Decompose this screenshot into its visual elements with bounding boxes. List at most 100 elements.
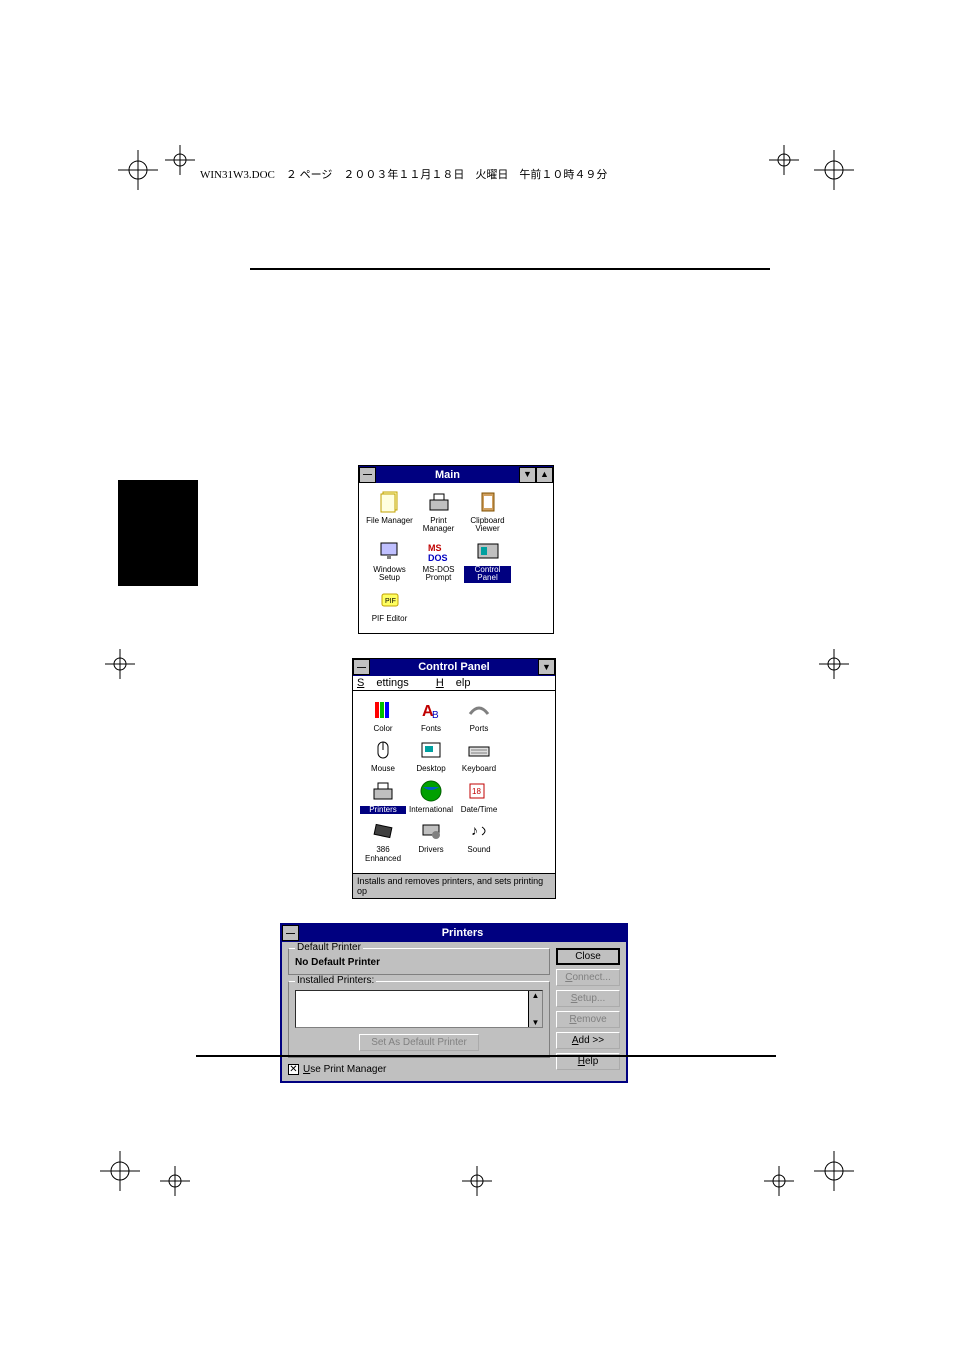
fonts-icon: AB [416,697,446,723]
crop-mark-icon [100,1151,140,1191]
386-enhanced-item[interactable]: 386 Enhanced [360,818,406,863]
footer-rule [196,1055,776,1057]
page-header: WIN31W3.DOC ２ ページ ２００３年１１月１８日 火曜日 午前１０時４… [200,166,607,182]
windows-setup-item[interactable]: Windows Setup [366,538,413,583]
file-manager-item[interactable]: File Manager [366,489,413,534]
scrollbar[interactable]: ▲ ▼ [528,991,542,1027]
control-panel-window: — Control Panel ▼ Settings Help Color AB… [352,658,556,899]
cp-statusbar: Installs and removes printers, and sets … [353,873,555,898]
printers-dialog: — Printers No Default Printer ▲ ▼ [280,923,628,1084]
scroll-down-icon[interactable]: ▼ [529,1018,542,1027]
installed-printers-list[interactable]: ▲ ▼ [295,990,543,1028]
page-margin-marker [118,480,198,586]
svg-text:DOS: DOS [428,553,448,563]
crop-mark-icon [814,1151,854,1191]
svg-text:MS: MS [428,543,442,553]
minimize-button[interactable]: ▼ [519,467,536,483]
minimize-button[interactable]: ▼ [538,659,555,675]
default-printer-value: No Default Printer [295,957,543,968]
386-enhanced-icon [368,818,398,844]
close-button[interactable]: Close [556,948,620,965]
header-rule [250,268,770,270]
icon-label: Drivers [408,846,454,854]
desktop-icon [416,737,446,763]
add-button[interactable]: Add >> [556,1032,620,1049]
pif-editor-icon: PIF [375,587,405,613]
icon-label: Color [360,725,406,733]
setup-button[interactable]: Setup... [556,990,620,1007]
cp-titlebar[interactable]: — Control Panel ▼ [353,659,555,676]
printers-icon [368,778,398,804]
crop-mark-icon [155,1161,195,1201]
color-icon [368,697,398,723]
color-item[interactable]: Color [360,697,406,733]
icon-label: 386 Enhanced [360,846,406,863]
main-icon-area: File Manager Print Manager Clipboard Vie… [359,483,553,633]
mouse-item[interactable]: Mouse [360,737,406,773]
crop-mark-icon [759,1161,799,1201]
set-default-button[interactable]: Set As Default Printer [359,1034,479,1051]
icon-label: International [408,806,454,814]
international-item[interactable]: International [408,778,454,814]
clipboard-viewer-item[interactable]: Clipboard Viewer [464,489,511,534]
sound-icon: ♪ [464,818,494,844]
main-titlebar[interactable]: — Main ▼ ▲ [359,466,553,483]
cp-icon-area: Color AB Fonts Ports Mouse Desktop [353,691,555,873]
crop-mark-icon [100,644,140,684]
printers-item[interactable]: Printers [360,778,406,814]
cp-title: Control Panel [370,661,538,673]
icon-label: Print Manager [415,517,462,534]
menu-help[interactable]: Help [436,677,471,689]
drivers-icon [416,818,446,844]
crop-mark-icon [764,140,804,180]
ports-item[interactable]: Ports [456,697,502,733]
system-menu-icon[interactable]: — [282,925,299,941]
print-manager-icon [424,489,454,515]
desktop-item[interactable]: Desktop [408,737,454,773]
cp-menubar: Settings Help [353,676,555,691]
menu-settings[interactable]: Settings [357,677,421,689]
default-printer-group: No Default Printer [288,948,550,975]
icon-label: Control Panel [464,566,511,583]
icon-label: Ports [456,725,502,733]
windows-setup-icon [375,538,405,564]
control-panel-item[interactable]: Control Panel [464,538,511,583]
checkbox-icon: ✕ [288,1064,299,1075]
crop-mark-icon [814,150,854,190]
pif-editor-item[interactable]: PIF PIF Editor [366,587,413,623]
printers-titlebar[interactable]: — Printers [282,925,626,942]
icon-label: PIF Editor [366,615,413,623]
msdos-prompt-icon: MSDOS [424,538,454,564]
clipboard-viewer-icon [473,489,503,515]
scroll-up-icon[interactable]: ▲ [529,991,542,1000]
svg-text:PIF: PIF [385,598,396,605]
main-title: Main [376,469,519,481]
drivers-item[interactable]: Drivers [408,818,454,863]
sound-item[interactable]: ♪ Sound [456,818,502,863]
svg-text:♪: ♪ [471,822,478,838]
icon-label: Mouse [360,765,406,773]
remove-button[interactable]: Remove [556,1011,620,1028]
icon-label: Fonts [408,725,454,733]
keyboard-item[interactable]: Keyboard [456,737,502,773]
system-menu-icon[interactable]: — [353,659,370,675]
msdos-prompt-item[interactable]: MSDOS MS-DOS Prompt [415,538,462,583]
icon-label: Clipboard Viewer [464,517,511,534]
crop-mark-icon [457,1161,497,1201]
maximize-button[interactable]: ▲ [536,467,553,483]
datetime-icon: 18 [464,778,494,804]
fonts-item[interactable]: AB Fonts [408,697,454,733]
connect-button[interactable]: Connect... [556,969,620,986]
svg-text:18: 18 [472,787,481,796]
icon-label: Date/Time [456,806,502,814]
datetime-item[interactable]: 18 Date/Time [456,778,502,814]
system-menu-icon[interactable]: — [359,467,376,483]
crop-mark-icon [160,140,200,180]
printers-title: Printers [299,927,626,939]
crop-mark-icon [814,644,854,684]
international-icon [416,778,446,804]
icon-label: File Manager [366,517,413,525]
print-manager-item[interactable]: Print Manager [415,489,462,534]
installed-printers-group: ▲ ▼ Set As Default Printer [288,981,550,1058]
use-print-manager-checkbox[interactable]: ✕ Use Print Manager [288,1064,386,1075]
